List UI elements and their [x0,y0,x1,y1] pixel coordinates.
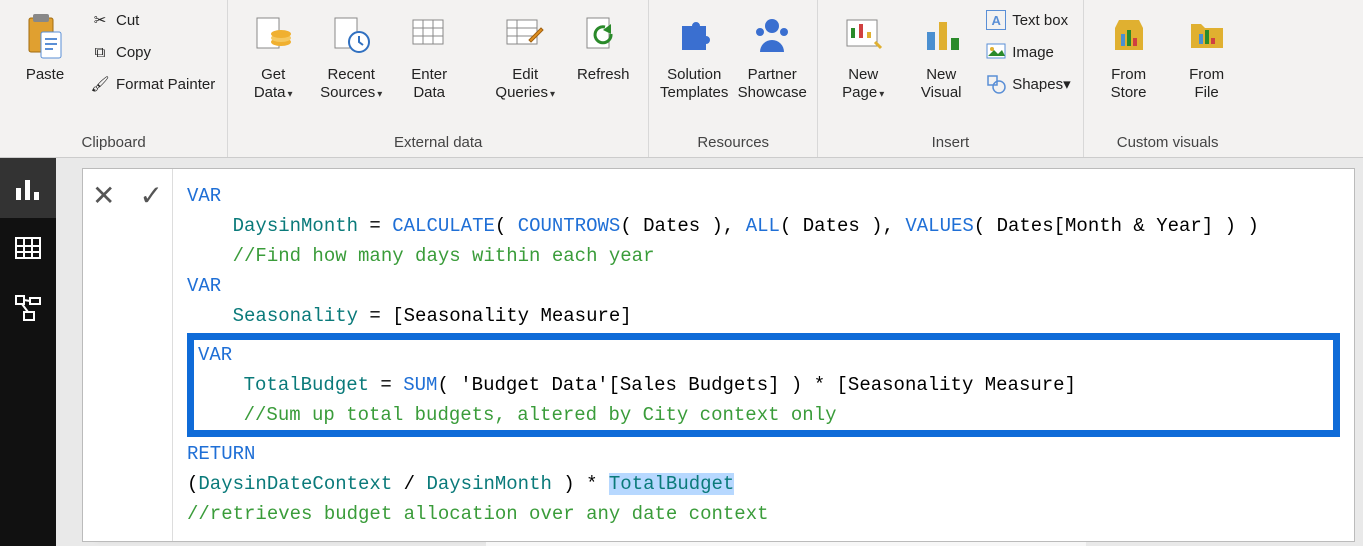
new-page-icon [841,10,885,62]
highlighted-code-block: VAR TotalBudget = SUM( 'Budget Data'[Sal… [187,333,1340,437]
new-visual-button[interactable]: NewVisual [902,2,980,104]
solution-templates-label: SolutionTemplates [660,66,728,102]
get-data-button[interactable]: GetData▾ [234,2,312,106]
textbox-icon: A [986,10,1006,30]
recent-sources-label: RecentSources▾ [320,66,382,104]
shapes-button[interactable]: Shapes▾ [982,72,1074,96]
enter-data-button[interactable]: EnterData [390,2,468,104]
formula-bar: ✕ ✓ VAR DaysinMonth = CALCULATE( COUNTRO… [82,168,1355,542]
recent-sources-button[interactable]: RecentSources▾ [312,2,390,106]
enter-data-icon [407,10,451,62]
edit-queries-label: EditQueries▾ [495,66,555,104]
paste-label: Paste [26,66,64,84]
refresh-button[interactable]: Refresh [564,2,642,86]
ribbon-group-resources: SolutionTemplates PartnerShowcase Resour… [649,0,818,157]
cut-button[interactable]: ✂ Cut [86,8,219,32]
get-data-icon [251,10,295,62]
barchart-icon [14,174,42,202]
ribbon-group-label-custom-visuals: Custom visuals [1090,130,1246,157]
refresh-label: Refresh [577,66,630,84]
copy-label: Copy [116,44,151,61]
image-icon [986,42,1006,62]
image-button[interactable]: Image [982,40,1074,64]
ribbon-group-external-data: GetData▾ RecentSources▾ EnterData EditQu… [228,0,649,157]
ribbon-group-label-clipboard: Clipboard [6,130,221,157]
paintbrush-icon: 🖌 [90,74,110,94]
scissors-icon: ✂ [90,10,110,30]
edit-queries-icon [503,10,547,62]
get-data-label: GetData▾ [254,66,293,104]
ribbon-group-label-resources: Resources [655,130,811,157]
from-store-label: FromStore [1111,66,1147,102]
formula-cancel-button[interactable]: ✕ [92,179,115,212]
shapes-label: Shapes▾ [1012,75,1070,93]
puzzle-icon [672,10,716,62]
report-canvas: Allo City Nar Auc Christchurch ✕ ✓ VAR D… [56,158,1363,546]
person-icon [750,10,794,62]
format-painter-label: Format Painter [116,76,215,93]
from-file-button[interactable]: FromFile [1168,2,1246,104]
from-store-button[interactable]: FromStore [1090,2,1168,104]
table-icon [14,234,42,262]
ribbon-group-label-external-data: External data [234,130,642,157]
ribbon-group-clipboard: Paste ✂ Cut ⧉ Copy 🖌 Format Painter Clip… [0,0,228,157]
formula-controls: ✕ ✓ [83,169,173,541]
new-page-label: NewPage▾ [842,66,884,104]
shapes-icon [986,74,1006,94]
paste-button[interactable]: Paste [6,2,84,86]
from-file-icon [1185,10,1229,62]
new-visual-icon [919,10,963,62]
image-label: Image [1012,44,1054,61]
cut-label: Cut [116,12,139,29]
edit-queries-button[interactable]: EditQueries▾ [486,2,564,106]
ribbon-group-label-insert: Insert [824,130,1076,157]
text-box-button[interactable]: A Text box [982,8,1074,32]
from-file-label: FromFile [1189,66,1224,102]
formula-editor[interactable]: VAR DaysinMonth = CALCULATE( COUNTROWS( … [173,169,1354,541]
text-box-label: Text box [1012,12,1068,29]
clipboard-paste-icon [25,10,65,62]
relationship-icon [14,294,42,322]
recent-sources-icon [329,10,373,62]
ribbon-group-insert: NewPage▾ NewVisual A Text box Image [818,0,1083,157]
selected-text: TotalBudget [609,473,734,495]
new-page-button[interactable]: NewPage▾ [824,2,902,106]
copy-icon: ⧉ [90,42,110,62]
new-visual-label: NewVisual [921,66,962,102]
ribbon-group-custom-visuals: FromStore FromFile Custom visuals [1084,0,1252,157]
solution-templates-button[interactable]: SolutionTemplates [655,2,733,104]
nav-report-view[interactable] [0,158,56,218]
nav-model-view[interactable] [0,278,56,338]
refresh-icon [581,10,625,62]
format-painter-button[interactable]: 🖌 Format Painter [86,72,219,96]
formula-commit-button[interactable]: ✓ [140,179,163,212]
enter-data-label: EnterData [411,66,447,102]
nav-data-view[interactable] [0,218,56,278]
partner-showcase-button[interactable]: PartnerShowcase [733,2,811,104]
partner-showcase-label: PartnerShowcase [738,66,807,102]
left-nav [0,158,56,546]
store-icon [1107,10,1151,62]
ribbon: Paste ✂ Cut ⧉ Copy 🖌 Format Painter Clip… [0,0,1363,158]
copy-button[interactable]: ⧉ Copy [86,40,219,64]
